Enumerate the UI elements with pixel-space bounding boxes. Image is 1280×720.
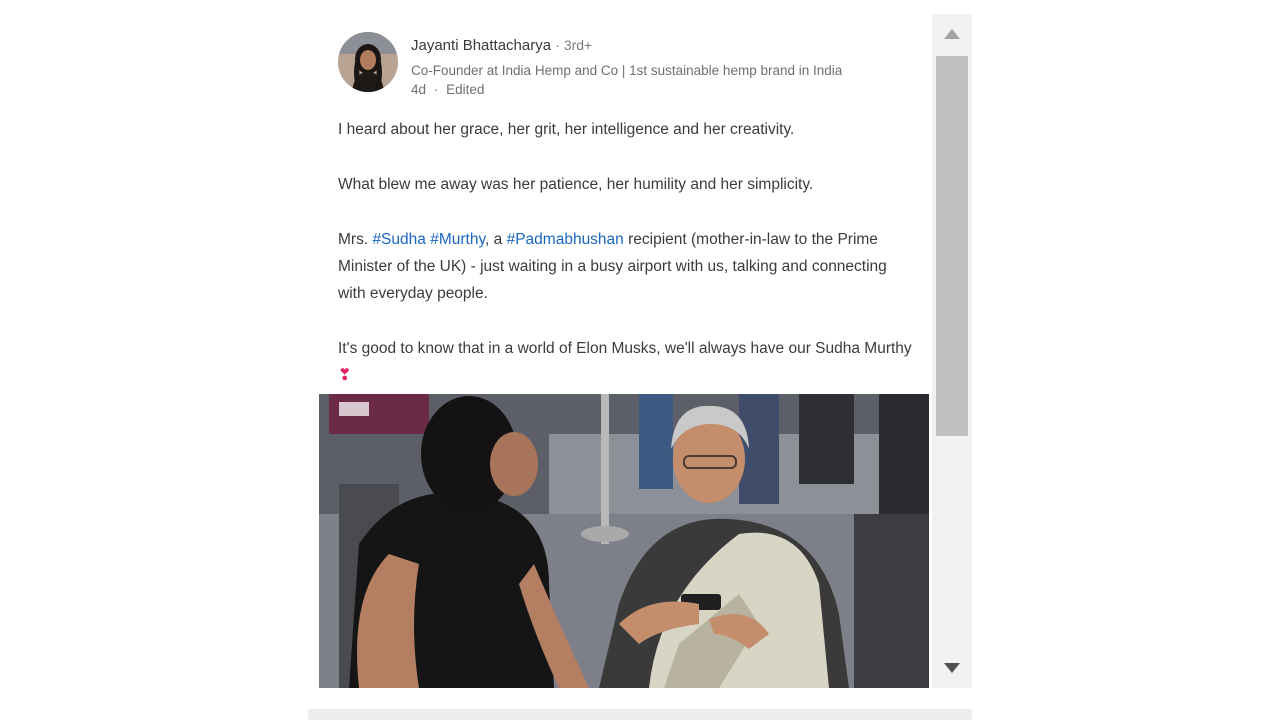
text-segment: , a: [485, 231, 507, 248]
triangle-up-icon: [944, 29, 960, 39]
triangle-down-icon: [944, 663, 960, 673]
hashtag-murthy[interactable]: #Murthy: [430, 231, 485, 248]
meta-separator: ·: [433, 82, 439, 97]
post-time: 4d: [411, 82, 427, 97]
scroll-down-button[interactable]: [932, 648, 972, 688]
scroll-up-button[interactable]: [932, 14, 972, 54]
vertical-scrollbar[interactable]: [932, 14, 972, 688]
text-segment: Mrs.: [338, 231, 373, 248]
post-header: Jayanti Bhattacharya · 3rd+ Co-Founder a…: [338, 32, 928, 102]
post-paragraph: Mrs. #Sudha #Murthy, a #Padmabhushan rec…: [338, 226, 918, 307]
avatar-image: [338, 32, 398, 92]
author-name[interactable]: Jayanti Bhattacharya: [411, 37, 551, 54]
post-paragraph: It's good to know that in a world of Elo…: [338, 335, 918, 389]
post-meta: 4d · Edited: [411, 82, 484, 97]
post-card: Jayanti Bhattacharya · 3rd+ Co-Founder a…: [308, 14, 936, 688]
text-segment: It's good to know that in a world of Elo…: [338, 340, 912, 357]
author-name-line[interactable]: Jayanti Bhattacharya · 3rd+: [411, 37, 592, 54]
post-paragraph: I heard about her grace, her grit, her i…: [338, 121, 795, 138]
bottom-divider: [308, 709, 972, 720]
author-headline: Co-Founder at India Hemp and Co | 1st su…: [411, 63, 843, 78]
hashtag-padmabhushan[interactable]: #Padmabhushan: [507, 231, 624, 248]
scroll-thumb[interactable]: [936, 56, 968, 436]
connection-degree: · 3rd+: [555, 37, 593, 53]
edited-label: Edited: [446, 82, 485, 97]
hashtag-sudha[interactable]: #Sudha: [372, 231, 425, 248]
post-paragraph: What blew me away was her patience, her …: [338, 176, 814, 193]
photo-illustration: [319, 394, 929, 688]
post-body: I heard about her grace, her grit, her i…: [338, 116, 918, 417]
heart-exclamation-icon: ❣: [338, 367, 352, 384]
post-photo[interactable]: [319, 394, 929, 688]
author-avatar[interactable]: [338, 32, 398, 92]
